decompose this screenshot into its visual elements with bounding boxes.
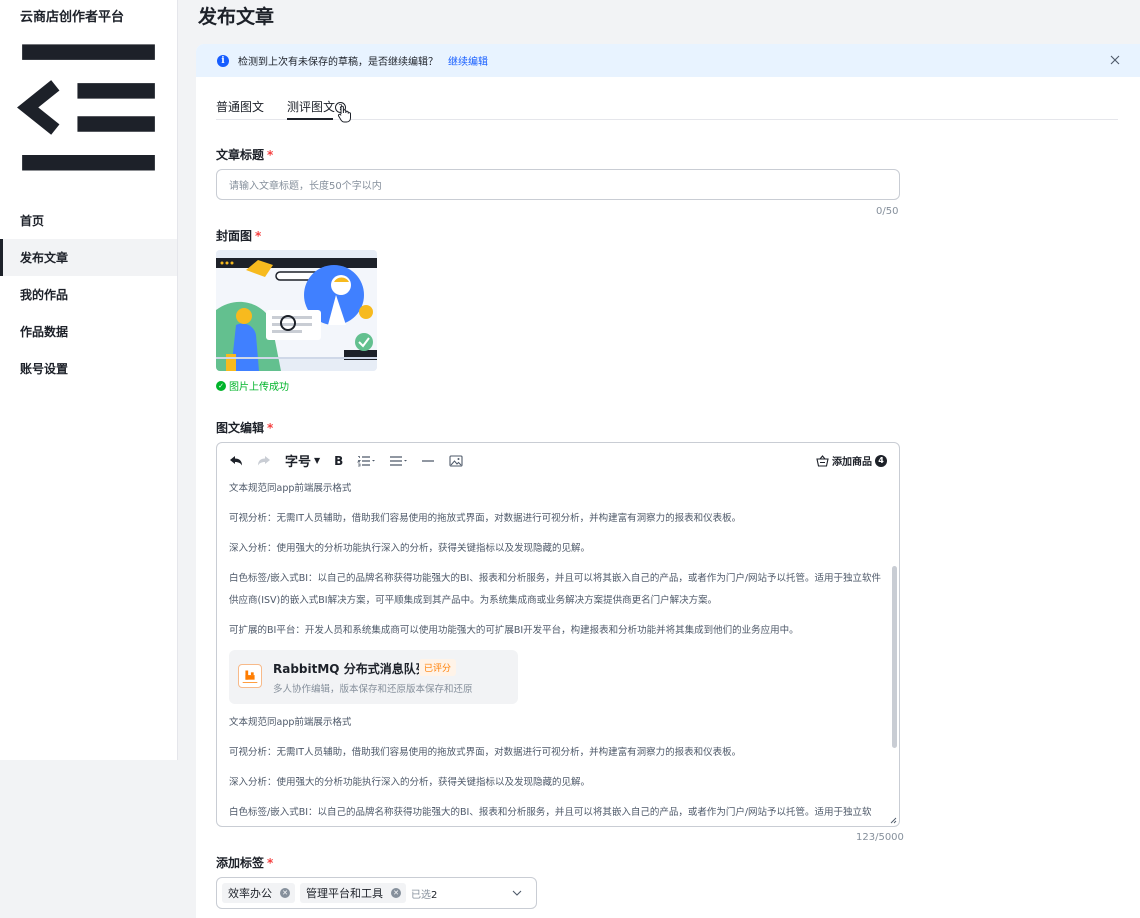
tag-label: 效率办公 [228,887,272,900]
divider-button[interactable] [421,455,435,467]
cover-label-text: 封面图 [216,229,253,243]
product-name: RabbitMQ 分布式消息队列 [273,662,428,676]
upload-success-status: ✓ 图片上传成功 [216,378,289,393]
caret-down-icon: ▼ [314,456,321,465]
image-icon [449,454,463,467]
tags-label-text: 添加标签 [216,856,265,870]
title-placeholder: 请输入文章标题，长度50个字以内 [229,181,382,192]
selected-count: 已选2 [411,886,437,901]
title-label: 文章标题 * [216,146,273,163]
font-size-label: 字号 [285,455,312,470]
sidebar-item-label: 我的作品 [20,287,69,302]
cover-image[interactable] [216,250,377,371]
continue-edit-link[interactable]: 继续编辑 [448,53,488,68]
editor-content[interactable]: 文本规范同app前端展示格式 可视分析：无需IT人员辅助，借助我们容易使用的拖放… [229,478,889,823]
article-title-input[interactable]: 请输入文章标题，长度50个字以内 [216,169,900,200]
tags-select[interactable]: 效率办公 ✕ 管理平台和工具 ✕ 已选2 [216,877,537,909]
close-icon[interactable] [1108,53,1122,67]
info-icon: i [217,54,229,67]
editor-paragraph: 可视分析：无需IT人员辅助，借助我们容易使用的拖放式界面，对数据进行可视分析，并… [229,513,742,524]
rated-badge: 已评分 [419,659,457,676]
chevron-down-icon[interactable] [512,889,522,897]
sidebar-item-work-data[interactable]: 作品数据 [0,313,177,350]
tab-label: 普通图文 [216,100,265,114]
required-mark: * [267,856,274,870]
content-label-text: 图文编辑 [216,421,265,435]
title-label-text: 文章标题 [216,148,265,162]
sidebar-item-my-works[interactable]: 我的作品 [0,276,177,313]
required-mark: * [267,148,274,162]
add-product-label: 添加商品 [832,457,872,468]
editor-paragraph: 白色标签/嵌入式BI：以自己的品牌名称获得功能强大的BI、报表和分析服务，并且可… [229,573,882,606]
horizontal-rule-icon [422,459,435,462]
editor-paragraph: 深入分析：使用强大的分析功能执行深入的分析，获得关键指标以及发现隐藏的见解。 [229,543,591,554]
undo-icon [230,455,242,465]
active-tab-indicator [287,118,333,120]
align-icon [390,455,408,466]
draft-alert: i 检测到上次有未保存的草稿，是否继续编辑？ 继续编辑 [196,44,1140,77]
tab-normal-article[interactable]: 普通图文 [216,98,264,115]
font-size-dropdown[interactable]: 字号 ▼ [285,451,320,470]
selected-tag: 效率办公 ✕ [222,883,295,903]
editor-paragraph: 深入分析：使用强大的分析功能执行深入的分析，获得关键指标以及发现隐藏的见解。 [229,777,591,788]
sidebar-item-publish-article[interactable]: 发布文章 [0,238,177,276]
upload-status-text: 图片上传成功 [229,382,289,393]
editor-paragraph: 可扩展的BI平台：开发人员和系统集成商可以使用功能强大的可扩展BI开发平台，构建… [229,625,799,636]
rich-text-editor[interactable]: 字号 ▼ B 添加商品 4 文本规范同app前端展示格式 可视分析：无需IT人员辅… [216,442,900,827]
undo-button[interactable] [229,455,243,467]
selected-count-number: 2 [431,889,438,901]
content-label: 图文编辑 * [216,419,273,436]
tags-label: 添加标签 * [216,854,273,871]
sidebar: 云商店创作者平台 首页 发布文章 我的作品 作品数据 账号设置 [0,0,178,760]
tab-label: 测评图文 [287,100,336,114]
remove-tag-icon[interactable]: ✕ [280,888,290,898]
ordered-list-icon [357,455,376,466]
alert-text: 检测到上次有未保存的草稿，是否继续编辑？ [238,57,438,68]
bold-button[interactable]: B [334,454,343,468]
editor-toolbar: 字号 ▼ B 添加商品 4 [217,443,899,478]
required-mark: * [255,229,262,243]
product-description: 多人协作编辑，版本保存和还原版本保存和还原 [273,684,473,695]
sidebar-item-label: 作品数据 [20,324,69,339]
product-count-badge: 4 [875,454,887,467]
bold-label: B [334,453,344,468]
resize-handle-icon[interactable] [889,816,897,824]
check-circle-icon: ✓ [216,380,226,391]
cover-label: 封面图 * [216,227,261,244]
basket-icon [816,454,829,467]
sidebar-item-label: 发布文章 [20,250,69,265]
sidebar-item-label: 账号设置 [20,361,69,376]
align-dropdown[interactable] [389,455,408,467]
collapse-menu-icon[interactable] [0,30,177,185]
page-title: 发布文章 [198,6,275,28]
sidebar-item-account-settings[interactable]: 账号设置 [0,350,177,387]
product-logo-icon [238,664,262,688]
sidebar-item-home[interactable]: 首页 [0,202,177,239]
add-product-button[interactable]: 添加商品 4 [816,453,887,468]
editor-paragraph: 白色标签/嵌入式BI：以自己的品牌名称获得功能强大的BI、报表和分析服务，并且可… [229,807,872,818]
sidebar-bottom-area [0,760,178,918]
content-card: i 检测到上次有未保存的草稿，是否继续编辑？ 继续编辑 普通图文 测评图文? 文… [196,44,1140,918]
sidebar-nav: 首页 发布文章 我的作品 作品数据 账号设置 [0,202,177,387]
redo-button[interactable] [257,455,271,467]
cover-illustration [216,250,377,371]
tag-label: 管理平台和工具 [306,887,383,900]
remove-tag-icon[interactable]: ✕ [391,888,401,898]
selected-tag: 管理平台和工具 ✕ [300,883,406,903]
editor-paragraph: 文本规范同app前端展示格式 [229,483,352,494]
sidebar-item-label: 首页 [20,213,45,228]
redo-icon [258,455,270,465]
editor-paragraph: 文本规范同app前端展示格式 [229,717,352,728]
brand-title: 云商店创作者平台 [20,9,125,25]
selected-count-prefix: 已选 [411,889,431,901]
required-mark: * [267,421,274,435]
hand-cursor-icon [338,105,351,123]
editor-scrollbar[interactable] [892,566,897,748]
insert-image-button[interactable] [449,454,463,467]
content-char-counter: 123/5000 [856,832,904,843]
editor-paragraph: 可视分析：无需IT人员辅助，借助我们容易使用的拖放式界面，对数据进行可视分析，并… [229,747,742,758]
embedded-product-card[interactable]: RabbitMQ 分布式消息队列 已评分 多人协作编辑，版本保存和还原版本保存和… [229,650,518,704]
list-dropdown[interactable] [357,455,376,467]
title-char-counter: 0/50 [876,206,899,217]
